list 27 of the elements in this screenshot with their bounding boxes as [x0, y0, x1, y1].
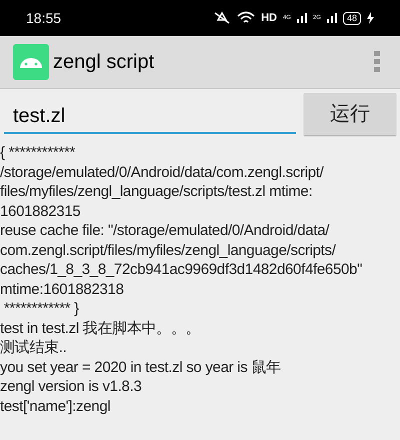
- charging-icon: [367, 12, 374, 24]
- clock: 18:55: [26, 8, 62, 28]
- signal-icon: [326, 13, 337, 23]
- output-line: test['name']:zengl: [0, 396, 110, 416]
- app-title: zengl script: [53, 50, 154, 75]
- output-line: 1601882315: [0, 202, 80, 221]
- script-field[interactable]: test.zl: [4, 94, 296, 134]
- output-line: test in test.zl 我在脚本中。。。: [0, 318, 200, 338]
- output-line: ************ }: [2, 299, 79, 318]
- output-line: files/myfiles/zengl_language/scripts/test.zl mtime:: [0, 182, 312, 202]
- output-line: caches/1_8_3_8_72cb941ac9969df3d1482d60f4fe650b": [0, 260, 362, 280]
- output-line: /storage/emulated/0/Android/data/com.zengl.script/: [0, 162, 324, 182]
- output-line: { ************: [0, 143, 76, 162]
- output-line: reuse cache file: "/storage/emulated/0/Android/data/: [0, 221, 330, 240]
- signal-icon: [296, 13, 307, 23]
- run-button[interactable]: 运行: [304, 93, 396, 135]
- output-line: com.zengl.script/files/myfiles/zengl_language/scripts/: [0, 240, 336, 260]
- overflow-menu-icon[interactable]: [374, 51, 380, 73]
- android-icon: [13, 44, 49, 80]
- output-line: you set year = 2020 in test.zl so year is 鼠年: [0, 358, 281, 377]
- network-label: HD: [261, 10, 277, 26]
- battery-level: 48: [342, 12, 361, 24]
- wifi-icon: [237, 11, 256, 25]
- output-line: mtime:1601882318: [0, 280, 124, 299]
- mute-icon: [213, 11, 232, 25]
- output-line: 测试结束..: [0, 338, 67, 358]
- output-line: zengl version is v1.8.3: [0, 377, 142, 396]
